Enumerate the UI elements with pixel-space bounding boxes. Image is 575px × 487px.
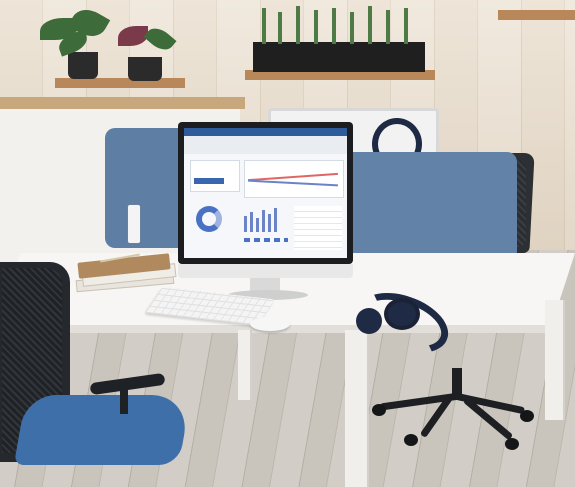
screen-bar — [262, 210, 265, 232]
plant-pot-right — [128, 57, 162, 81]
monitor-screen — [184, 128, 347, 258]
screen-table — [294, 206, 342, 250]
screen-legend — [244, 238, 288, 242]
grass-blade — [368, 6, 372, 44]
desk-leg — [345, 330, 369, 487]
grass-blade — [262, 8, 266, 44]
planter-box — [253, 42, 425, 72]
grass-blade — [404, 8, 408, 44]
grass-blade — [350, 12, 354, 44]
chair-arm-post — [120, 384, 128, 414]
headphones-earcup — [356, 308, 382, 334]
divider-bracket — [128, 205, 140, 243]
chair-caster — [404, 434, 418, 446]
desk-edge — [60, 325, 560, 333]
screen-ribbon — [184, 136, 347, 154]
chair-seat-blue — [13, 395, 192, 465]
screen-donut-chart — [196, 206, 222, 232]
grass-blade — [278, 12, 282, 44]
office-desk-photo — [0, 0, 575, 487]
screen-bar — [250, 212, 253, 232]
cabinet-wood-top — [0, 97, 245, 109]
wall-shelf-far-right — [498, 10, 575, 20]
wall-shelf-left — [55, 78, 185, 88]
chair-caster — [505, 438, 519, 450]
desk-leg — [545, 300, 565, 420]
headphones-earcup — [384, 298, 420, 330]
desk-leg — [238, 330, 252, 400]
screen-kpi-bar — [194, 178, 224, 184]
screen-kpi-tile — [190, 160, 240, 192]
grass-blade — [314, 10, 318, 44]
chair-caster — [520, 410, 534, 422]
screen-bar — [256, 218, 259, 232]
monitor-chin — [178, 264, 353, 278]
screen-bar — [274, 208, 277, 232]
plant-pot-left — [68, 52, 98, 79]
screen-bar — [268, 214, 271, 232]
chair-caster — [372, 404, 386, 416]
grass-blade — [386, 10, 390, 44]
screen-toolbar — [184, 128, 347, 136]
screen-bar — [244, 216, 247, 232]
mouse — [250, 317, 290, 331]
grass-blade — [332, 8, 336, 44]
grass-blade — [296, 6, 300, 44]
